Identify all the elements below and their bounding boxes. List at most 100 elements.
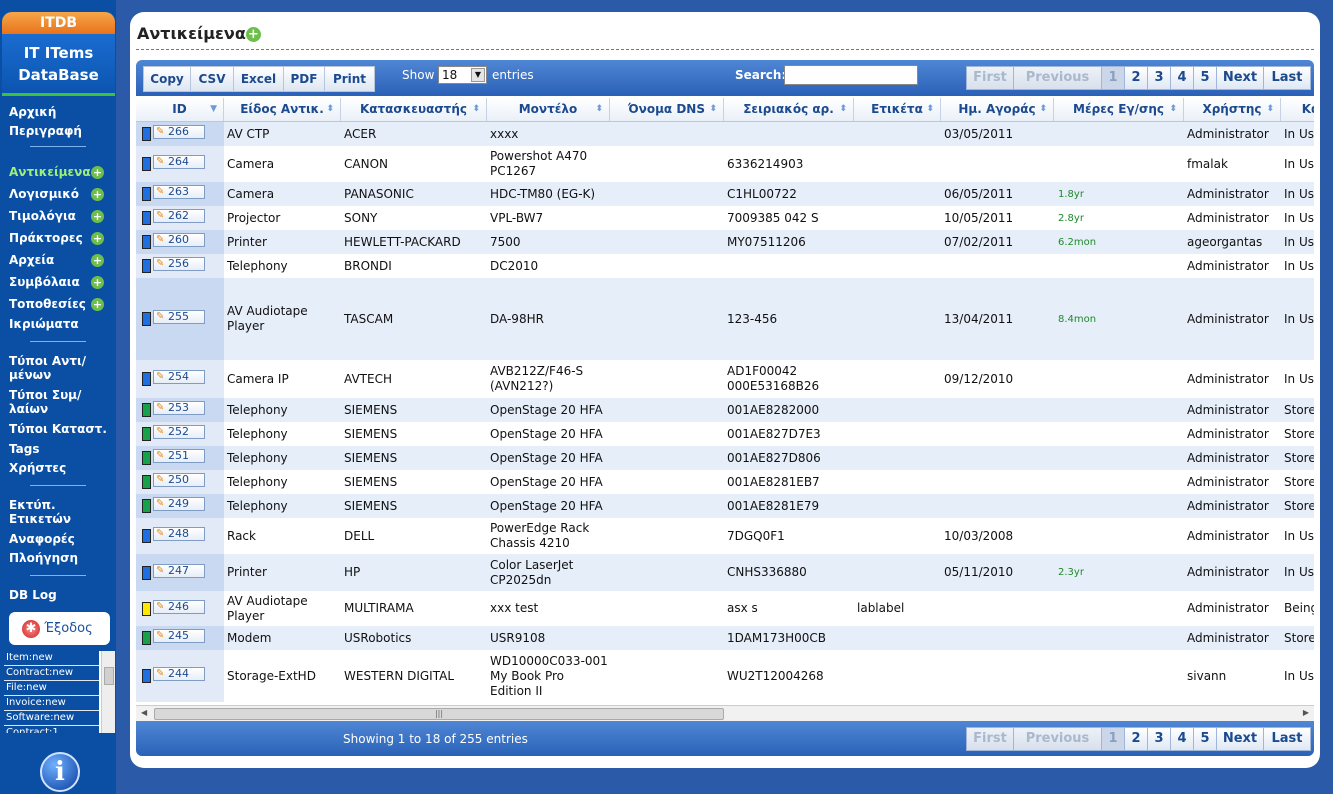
table-row[interactable]: ✎ 246 AV Audiotape Player MULTIRAMA xxx test… xyxy=(136,591,1314,626)
edit-item-button[interactable]: ✎ 247 xyxy=(153,564,205,578)
table-row[interactable]: ✎ 245 Modem USRobotics USR9108 1DAM173H00CB Ad… xyxy=(136,626,1314,650)
table-row[interactable]: ✎ 244 Storage-ExtHD WESTERN DIGITAL WD10000C… xyxy=(136,650,1314,702)
sidebar-item-8[interactable]: Τοποθεσίες + xyxy=(0,297,110,311)
logout-button[interactable]: ✱ Έξοδος xyxy=(9,612,110,645)
last-page-button[interactable]: Last xyxy=(1263,727,1311,751)
table-row[interactable]: ✎ 251 Telephony SIEMENS OpenStage 20 HFA 001A… xyxy=(136,446,1314,470)
column-header[interactable]: Σειριακός αρ. ⬍ xyxy=(724,98,854,121)
recent-item[interactable]: Item:new xyxy=(4,651,99,666)
sidebar-item-10[interactable]: Τύποι Αντι/μένων xyxy=(0,354,110,382)
plus-circle-icon[interactable]: + xyxy=(91,188,104,201)
edit-item-button[interactable]: ✎ 249 xyxy=(153,497,205,511)
csv-button[interactable]: CSV xyxy=(190,66,234,92)
scroll-thumb[interactable] xyxy=(104,667,114,685)
next-page-button[interactable]: Next xyxy=(1216,66,1264,90)
sidebar-item-0[interactable]: Αρχική xyxy=(0,105,110,119)
app-logo[interactable]: ITDB IT ITems DataBase xyxy=(2,12,115,96)
scroll-right-icon[interactable]: ▶ xyxy=(1303,708,1309,717)
page-button-3[interactable]: 3 xyxy=(1147,727,1171,751)
sidebar-item-2[interactable]: Αντικείμενα + xyxy=(0,165,110,179)
info-icon[interactable]: i xyxy=(40,752,80,792)
sidebar-item-5[interactable]: Πράκτορες + xyxy=(0,231,110,245)
recent-item[interactable]: Contract:1 xyxy=(4,726,99,733)
page-button-2[interactable]: 2 xyxy=(1124,727,1148,751)
recent-scrollbar[interactable] xyxy=(101,651,115,733)
page-button-2[interactable]: 2 xyxy=(1124,66,1148,90)
table-row[interactable]: ✎ 253 Telephony SIEMENS OpenStage 20 HFA 001A… xyxy=(136,398,1314,422)
recent-item[interactable]: File:new xyxy=(4,681,99,696)
edit-item-button[interactable]: ✎ 251 xyxy=(153,449,205,463)
edit-item-button[interactable]: ✎ 262 xyxy=(153,209,205,223)
horizontal-scrollbar[interactable]: ◀ ||| ▶ xyxy=(136,705,1314,721)
sidebar-item-3[interactable]: Λογισμικό + xyxy=(0,187,110,201)
column-header[interactable]: Ημ. Αγοράς ⬍ xyxy=(941,98,1054,121)
edit-item-button[interactable]: ✎ 254 xyxy=(153,370,205,384)
excel-button[interactable]: Excel xyxy=(233,66,284,92)
search-input[interactable] xyxy=(784,65,918,85)
next-page-button[interactable]: Next xyxy=(1216,727,1264,751)
sidebar-item-15[interactable]: Εκτύπ. Ετικετών xyxy=(0,498,110,526)
column-header[interactable]: Κατασκευαστής ⬍ xyxy=(341,98,487,121)
table-row[interactable]: ✎ 263 Camera PANASONIC HDC-TM80 (EG-K) C1HL00… xyxy=(136,182,1314,206)
sidebar-item-18[interactable]: DB Log xyxy=(0,588,110,602)
sidebar-item-6[interactable]: Αρχεία + xyxy=(0,253,110,267)
page-button-4[interactable]: 4 xyxy=(1170,66,1194,90)
column-header[interactable]: Μέρες Εγ/σης ⬍ xyxy=(1054,98,1184,121)
edit-item-button[interactable]: ✎ 264 xyxy=(153,155,205,169)
edit-item-button[interactable]: ✎ 244 xyxy=(153,667,205,681)
edit-item-button[interactable]: ✎ 253 xyxy=(153,401,205,415)
edit-item-button[interactable]: ✎ 252 xyxy=(153,425,205,439)
last-page-button[interactable]: Last xyxy=(1263,66,1311,90)
sidebar-item-16[interactable]: Αναφορές xyxy=(0,532,110,546)
table-row[interactable]: ✎ 260 Printer HEWLETT-PACKARD 7500 MY07511206… xyxy=(136,230,1314,254)
sidebar-item-9[interactable]: Ικριώματα xyxy=(0,317,110,331)
edit-item-button[interactable]: ✎ 255 xyxy=(153,310,205,324)
edit-item-button[interactable]: ✎ 263 xyxy=(153,185,205,199)
column-header[interactable]: Κα xyxy=(1281,98,1314,121)
edit-item-button[interactable]: ✎ 256 xyxy=(153,257,205,271)
table-row[interactable]: ✎ 249 Telephony SIEMENS OpenStage 20 HFA 001A… xyxy=(136,494,1314,518)
column-header[interactable]: Χρήστης ⬍ xyxy=(1184,98,1281,121)
recent-item[interactable]: Invoice:new xyxy=(4,696,99,711)
edit-item-button[interactable]: ✎ 246 xyxy=(153,600,205,614)
copy-button[interactable]: Copy xyxy=(143,66,191,92)
page-button-4[interactable]: 4 xyxy=(1170,727,1194,751)
column-header[interactable]: Είδος Αντικ. ⬍ xyxy=(224,98,341,121)
sidebar-item-11[interactable]: Τύποι Συμ/λαίων xyxy=(0,388,110,416)
sidebar-item-4[interactable]: Τιμολόγια + xyxy=(0,209,110,223)
pdf-button[interactable]: PDF xyxy=(283,66,325,92)
plus-circle-icon[interactable]: + xyxy=(91,254,104,267)
previous-page-button[interactable]: Previous xyxy=(1013,66,1102,90)
print-button[interactable]: Print xyxy=(324,66,375,92)
recent-item[interactable]: Contract:new xyxy=(4,666,99,681)
edit-item-button[interactable]: ✎ 248 xyxy=(153,527,205,541)
sidebar-item-7[interactable]: Συμβόλαια + xyxy=(0,275,110,289)
table-row[interactable]: ✎ 264 Camera CANON Powershot A470 PC1267 6336… xyxy=(136,146,1314,182)
sidebar-item-17[interactable]: Πλοήγηση xyxy=(0,551,110,565)
recent-item[interactable]: Software:new xyxy=(4,711,99,726)
column-header[interactable]: ID ▼ xyxy=(136,98,224,121)
edit-item-button[interactable]: ✎ 245 xyxy=(153,629,205,643)
add-item-icon[interactable]: + xyxy=(245,27,261,42)
edit-item-button[interactable]: ✎ 260 xyxy=(153,233,205,247)
recent-items-list[interactable]: Item:new Contract:new File:new Invoice:new S… xyxy=(4,651,115,733)
plus-circle-icon[interactable]: + xyxy=(91,298,104,311)
table-row[interactable]: ✎ 252 Telephony SIEMENS OpenStage 20 HFA 001A… xyxy=(136,422,1314,446)
table-row[interactable]: ✎ 250 Telephony SIEMENS OpenStage 20 HFA 001A… xyxy=(136,470,1314,494)
page-button-1[interactable]: 1 xyxy=(1101,66,1125,90)
table-row[interactable]: ✎ 247 Printer HP Color LaserJet CP2025dn CNHS… xyxy=(136,554,1314,591)
column-header[interactable]: Μοντέλο ⬍ xyxy=(487,98,610,121)
entries-select[interactable]: 18 ▼ xyxy=(438,66,487,84)
plus-circle-icon[interactable]: + xyxy=(91,166,104,179)
chevron-down-icon[interactable]: ▼ xyxy=(471,68,485,82)
first-page-button[interactable]: First xyxy=(966,727,1014,751)
first-page-button[interactable]: First xyxy=(966,66,1014,90)
plus-circle-icon[interactable]: + xyxy=(91,276,104,289)
scroll-left-icon[interactable]: ◀ xyxy=(141,708,147,717)
sidebar-item-13[interactable]: Tags xyxy=(0,442,110,456)
sidebar-item-1[interactable]: Περιγραφή xyxy=(0,124,110,138)
table-row[interactable]: ✎ 255 AV Audiotape Player TASCAM DA-98HR 123-… xyxy=(136,278,1314,360)
column-header[interactable]: Όνομα DNS ⬍ xyxy=(610,98,724,121)
plus-circle-icon[interactable]: + xyxy=(91,210,104,223)
table-row[interactable]: ✎ 266 AV CTP ACER xxxx 03/05/2011 Administrato… xyxy=(136,122,1314,146)
